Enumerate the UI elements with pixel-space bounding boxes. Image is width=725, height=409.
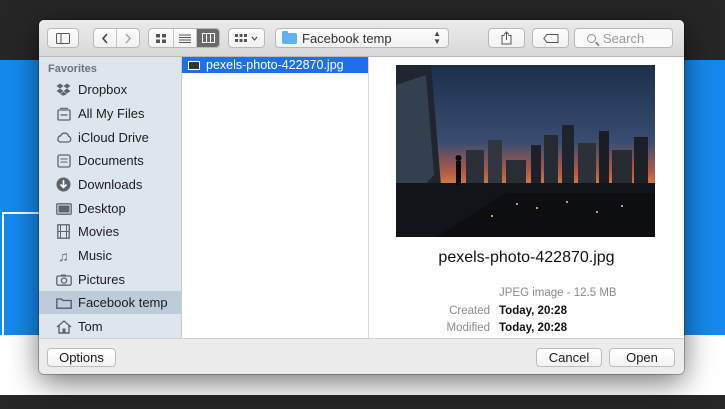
- sidebar: Favorites Dropbox All My Files iCloud Dr…: [39, 57, 182, 338]
- cancel-button[interactable]: Cancel: [536, 348, 602, 367]
- sidebar-item-facebook-temp[interactable]: Facebook temp: [39, 291, 181, 314]
- downloads-icon: [55, 177, 72, 192]
- list-view-icon: [178, 34, 191, 43]
- sidebar-item-downloads[interactable]: Downloads: [39, 173, 181, 196]
- view-mode-buttons: [148, 28, 220, 48]
- folder-icon: [55, 295, 72, 310]
- sidebar-item-label: Facebook temp: [78, 295, 168, 310]
- share-icon: [501, 31, 512, 45]
- movies-icon: [55, 224, 72, 239]
- preview-kind-size: JPEG image - 12.5 MB: [499, 287, 617, 299]
- sidebar-icon: [56, 32, 70, 44]
- arrange-grid-icon: [235, 33, 247, 42]
- forward-button[interactable]: [116, 29, 139, 47]
- sidebar-item-label: Movies: [78, 224, 120, 239]
- options-button[interactable]: Options: [47, 348, 116, 367]
- tag-icon: [542, 33, 558, 43]
- dialog-button-bar: Options Cancel Open: [39, 338, 684, 374]
- modified-value: Today, 20:28: [499, 322, 567, 334]
- image-file-icon: [188, 60, 200, 70]
- sidebar-heading-favorites: Favorites: [48, 63, 97, 75]
- sidebar-item-label: Tom: [78, 319, 103, 334]
- sidebar-item-label: Music: [78, 248, 112, 263]
- sidebar-item-music[interactable]: ♫ Music: [39, 244, 181, 267]
- website-card: [2, 212, 44, 344]
- sidebar-item-icloud-drive[interactable]: iCloud Drive: [39, 126, 181, 149]
- preview-pane: pexels-photo-422870.jpg JPEG image - 12.…: [369, 57, 684, 338]
- open-file-dialog: Facebook temp ▲ ▼ Search Favorites Dropbo…: [39, 20, 684, 374]
- file-name: pexels-photo-422870.jpg: [206, 58, 344, 72]
- file-column: pexels-photo-422870.jpg: [182, 57, 369, 338]
- cloud-icon: [55, 130, 72, 145]
- icon-view-button[interactable]: [149, 29, 173, 47]
- arrange-popup-button[interactable]: [228, 28, 265, 48]
- sidebar-item-dropbox[interactable]: Dropbox: [39, 78, 181, 101]
- search-field[interactable]: Search: [574, 28, 673, 48]
- created-label: Created: [449, 305, 490, 317]
- dialog-toolbar: Facebook temp ▲ ▼ Search: [39, 20, 684, 57]
- column-view-icon: [201, 33, 215, 43]
- dropbox-icon: [55, 82, 72, 97]
- music-icon: ♫: [58, 247, 69, 264]
- search-placeholder: Search: [603, 30, 645, 46]
- sidebar-item-tom[interactable]: Tom: [39, 315, 181, 338]
- pictures-icon: [55, 272, 72, 287]
- sidebar-item-desktop[interactable]: Desktop: [39, 197, 181, 220]
- documents-icon: [55, 153, 72, 168]
- sidebar-item-pictures[interactable]: Pictures: [39, 268, 181, 291]
- back-button[interactable]: [94, 29, 116, 47]
- search-icon: [587, 33, 596, 43]
- back-forward-buttons: [93, 28, 140, 48]
- grid-view-icon: [155, 33, 166, 43]
- sidebar-item-label: All My Files: [78, 106, 145, 121]
- updown-arrows-icon: ▲ ▼: [433, 29, 441, 46]
- preview-filename: pexels-photo-422870.jpg: [438, 249, 615, 266]
- created-value: Today, 20:28: [499, 305, 567, 317]
- tag-button[interactable]: [532, 28, 569, 48]
- sidebar-item-label: Documents: [78, 153, 144, 168]
- sidebar-item-label: Desktop: [78, 201, 126, 216]
- chevron-down-icon: [251, 36, 258, 41]
- chevron-left-icon: [102, 32, 108, 44]
- sidebar-item-label: Downloads: [78, 177, 143, 192]
- all-files-icon: [55, 106, 72, 121]
- sidebar-item-all-my-files[interactable]: All My Files: [39, 102, 181, 125]
- desktop-icon: [55, 201, 72, 216]
- folder-icon: [282, 30, 297, 44]
- share-button[interactable]: [488, 28, 525, 48]
- sidebar-item-label: Pictures: [78, 272, 125, 287]
- location-popup[interactable]: Facebook temp ▲ ▼: [275, 28, 449, 48]
- location-popup-label: Facebook temp: [302, 30, 392, 46]
- chevron-right-icon: [125, 32, 132, 44]
- open-button[interactable]: Open: [609, 348, 675, 367]
- home-icon: [55, 319, 72, 334]
- list-view-button[interactable]: [172, 29, 197, 47]
- image-preview: [396, 65, 655, 237]
- sidebar-item-label: Dropbox: [78, 82, 128, 97]
- sidebar-item-label: iCloud Drive: [78, 130, 149, 145]
- sidebar-toggle-button[interactable]: [47, 28, 79, 48]
- sidebar-item-movies[interactable]: Movies: [39, 220, 181, 243]
- file-row-selected[interactable]: pexels-photo-422870.jpg: [182, 57, 368, 73]
- column-view-button[interactable]: [196, 29, 219, 47]
- sidebar-item-documents[interactable]: Documents: [39, 149, 181, 172]
- modified-label: Modified: [446, 322, 490, 334]
